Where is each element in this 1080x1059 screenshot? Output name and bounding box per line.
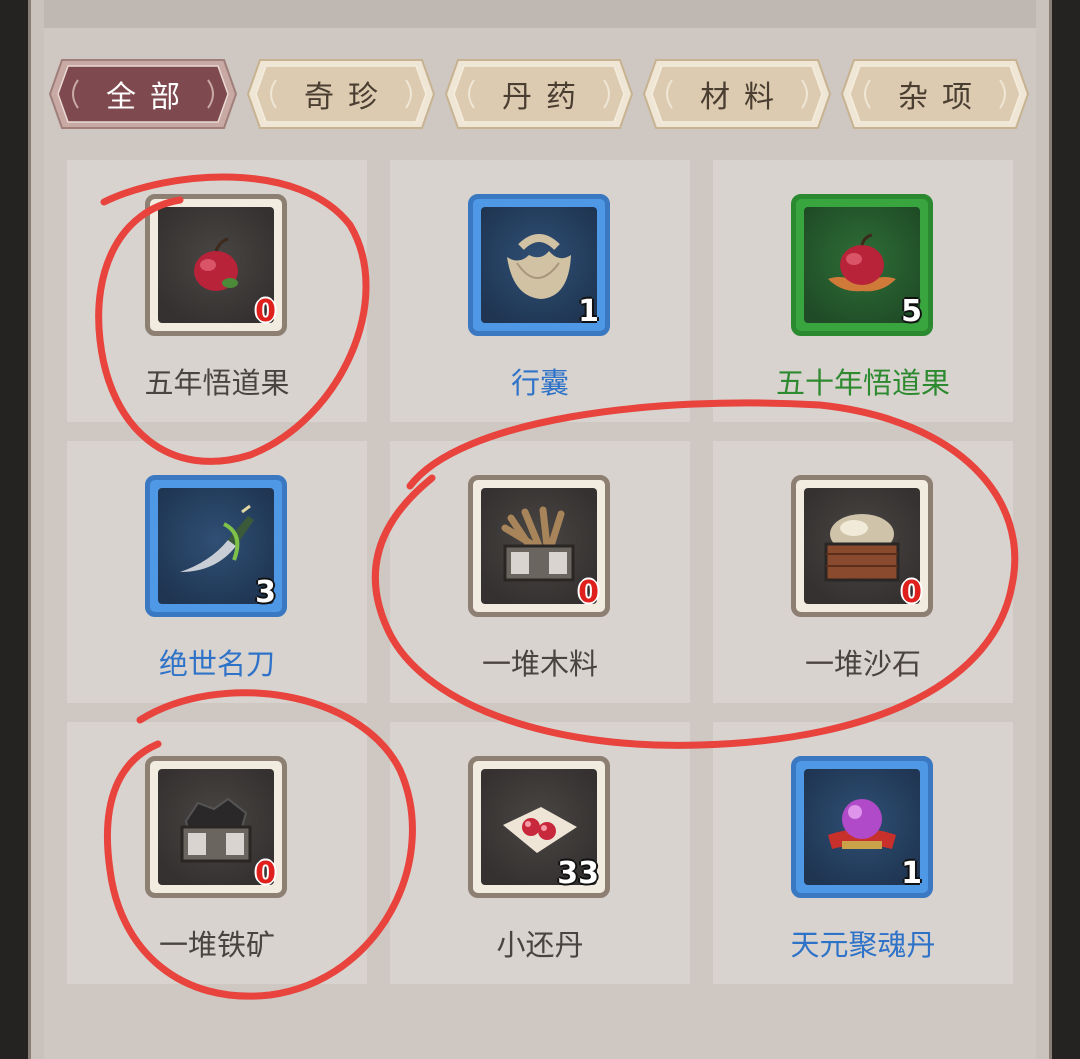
item-slot[interactable]: 1 行囊 — [390, 160, 690, 422]
tab-label: 杂项 — [898, 80, 986, 115]
item-name: 五十年悟道果 — [775, 366, 950, 400]
item-name: 天元聚魂丹 — [790, 928, 936, 962]
item-count: 0 — [901, 575, 922, 610]
tab-all[interactable]: 全部 — [48, 58, 238, 130]
item-count: 5 — [901, 294, 922, 329]
item-name: 绝世名刀 — [158, 647, 275, 681]
item-count: 0 — [255, 294, 276, 329]
item-slot[interactable]: 0 一堆铁矿 — [67, 722, 367, 984]
item-slot[interactable]: 0 五年悟道果 — [67, 160, 367, 422]
item-name: 一堆沙石 — [804, 647, 921, 681]
item-count: 0 — [255, 856, 276, 891]
tab-pills[interactable]: 丹药 — [444, 58, 634, 130]
item-frame: 33 — [468, 756, 610, 898]
tab-label: 全部 — [106, 80, 194, 115]
item-frame: 1 — [791, 756, 933, 898]
item-count: 1 — [578, 294, 599, 329]
tab-materials[interactable]: 材料 — [642, 58, 832, 130]
item-slot[interactable]: 3 绝世名刀 — [67, 441, 367, 703]
tab-label: 奇珍 — [304, 80, 392, 115]
item-count: 33 — [557, 856, 599, 891]
item-frame: 0 — [145, 194, 287, 336]
item-name: 行囊 — [510, 366, 569, 400]
item-name: 一堆铁矿 — [158, 928, 275, 962]
item-name: 一堆木料 — [481, 647, 598, 681]
item-frame: 0 — [468, 475, 610, 617]
item-frame: 1 — [468, 194, 610, 336]
item-slot[interactable]: 0 一堆沙石 — [713, 441, 1013, 703]
item-slot[interactable]: 33 小还丹 — [390, 722, 690, 984]
top-strip — [44, 0, 1036, 28]
item-name: 小还丹 — [496, 928, 584, 962]
tab-label: 材料 — [700, 80, 788, 115]
item-frame: 3 — [145, 475, 287, 617]
item-count: 0 — [578, 575, 599, 610]
item-count: 1 — [901, 856, 922, 891]
tab-label: 丹药 — [502, 80, 590, 115]
tab-misc[interactable]: 杂项 — [840, 58, 1030, 130]
tab-rare[interactable]: 奇珍 — [246, 58, 436, 130]
item-frame: 5 — [791, 194, 933, 336]
item-slot[interactable]: 5 五十年悟道果 — [713, 160, 1013, 422]
item-frame: 0 — [145, 756, 287, 898]
item-frame: 0 — [791, 475, 933, 617]
item-name: 五年悟道果 — [144, 366, 290, 400]
item-slot[interactable]: 0 一堆木料 — [390, 441, 690, 703]
item-slot[interactable]: 1 天元聚魂丹 — [713, 722, 1013, 984]
item-count: 3 — [255, 575, 276, 610]
